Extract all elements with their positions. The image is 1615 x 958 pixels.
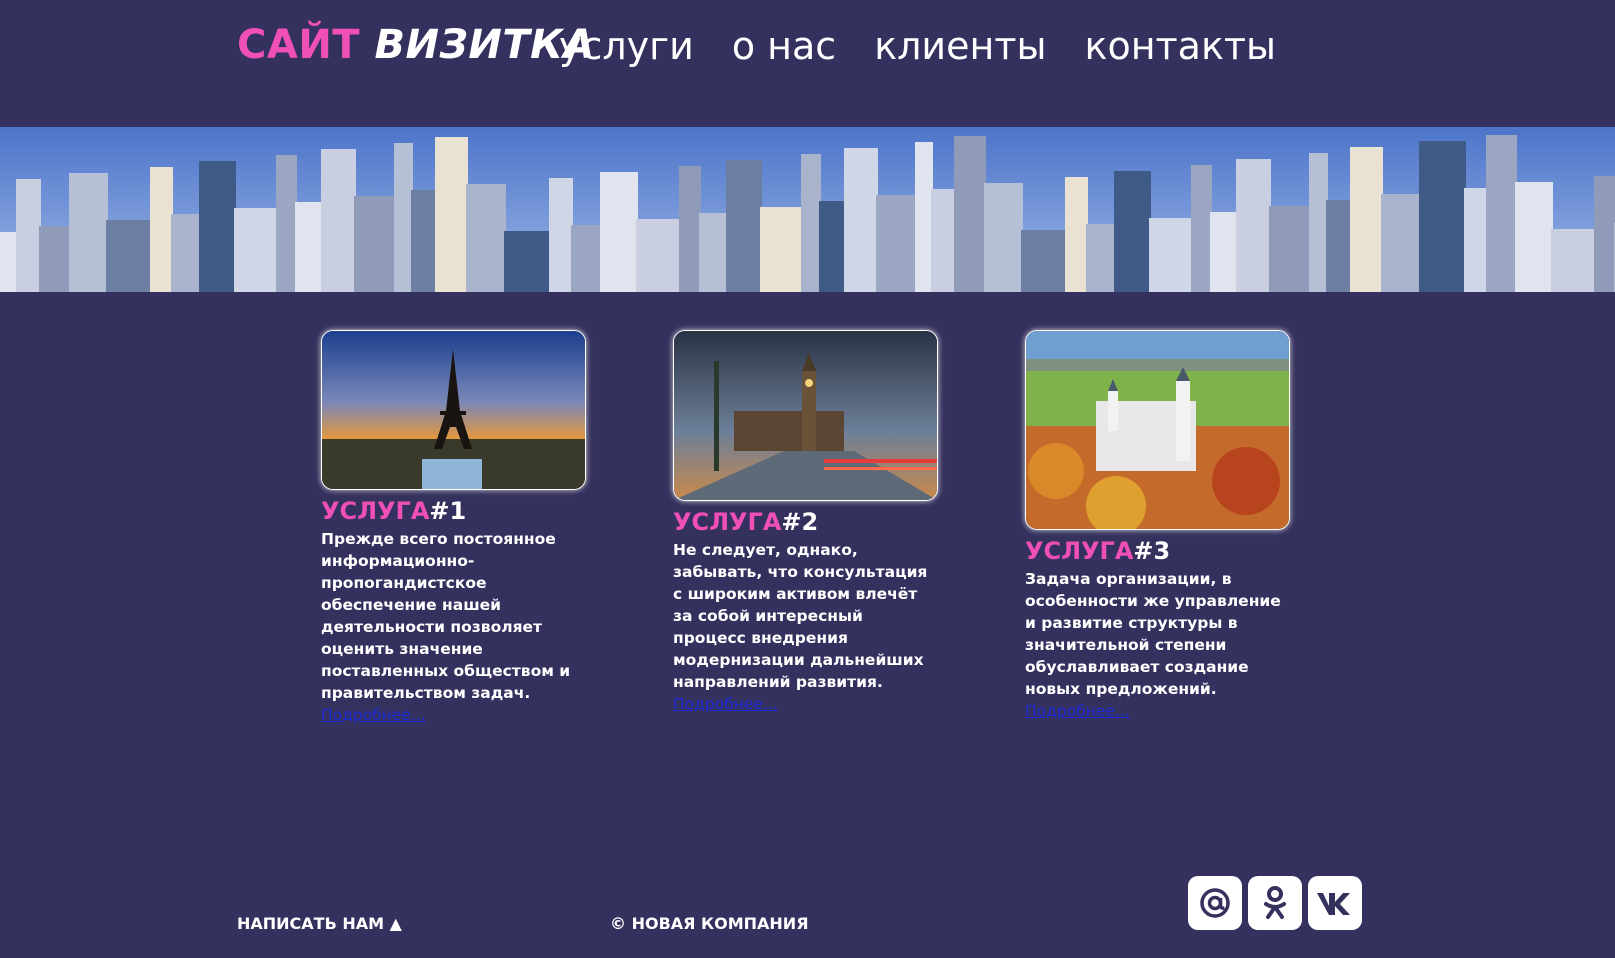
city-banner xyxy=(0,127,1615,292)
skyline-building xyxy=(1149,218,1193,292)
service-text-3: Задача организации, в особенности же упр… xyxy=(1025,570,1281,698)
skyline-building xyxy=(199,161,236,292)
skyline-building xyxy=(984,183,1023,292)
skyline-building xyxy=(1464,188,1488,292)
social-links xyxy=(1188,876,1368,930)
skyline-building xyxy=(354,196,396,292)
skyline-building xyxy=(411,190,437,292)
service-text-2: Не следует, однако, забывать, что консул… xyxy=(673,541,928,691)
skyline-building xyxy=(549,178,573,292)
skyline-building xyxy=(1515,182,1553,292)
skyline-building xyxy=(1381,194,1421,292)
skyline-building xyxy=(876,195,917,292)
skyline-building xyxy=(679,166,701,292)
skyline-building xyxy=(466,184,506,292)
skyline-building xyxy=(394,143,413,292)
skyline-building xyxy=(726,160,762,292)
service-card-1: УСЛУГА#1 Прежде всего постоянное информа… xyxy=(321,330,586,726)
skyline-building xyxy=(1551,229,1596,292)
mail-icon[interactable] xyxy=(1188,876,1242,930)
skyline-building xyxy=(699,213,728,292)
skyline-building xyxy=(636,219,681,292)
nav-contacts[interactable]: контакты xyxy=(1085,24,1277,68)
more-link-2[interactable]: Подробнее... xyxy=(673,695,778,713)
skyline-building xyxy=(1210,212,1238,292)
skyline-building xyxy=(295,202,323,292)
vk-icon[interactable] xyxy=(1308,876,1362,930)
service-title-3: УСЛУГА#3 xyxy=(1025,537,1171,565)
skyline-building xyxy=(571,225,602,292)
skyline-building xyxy=(435,137,468,292)
skyline-building xyxy=(915,142,933,292)
odnoklassniki-icon[interactable] xyxy=(1248,876,1302,930)
skyline-building xyxy=(171,214,201,292)
skyline-building xyxy=(1269,206,1311,292)
skyline-building xyxy=(1419,141,1466,292)
skyline-building xyxy=(234,208,278,292)
nav-services[interactable]: услуги xyxy=(559,24,694,68)
more-link-3[interactable]: Подробнее... xyxy=(1025,702,1130,720)
skyline-building xyxy=(801,154,821,292)
skyline-building xyxy=(1236,159,1271,292)
skyline-building xyxy=(1486,135,1517,292)
skyline-building xyxy=(1594,176,1615,292)
service-card-2: УСЛУГА#2 Не следует, однако, забывать, ч… xyxy=(673,330,938,715)
skyline-building xyxy=(39,226,71,292)
write-us-link[interactable]: НАПИСАТЬ НАМ ▲ xyxy=(237,914,402,933)
service-title-1: УСЛУГА#1 xyxy=(321,497,467,525)
service-image-bigben[interactable] xyxy=(673,330,938,501)
service-text-1: Прежде всего постоянное информационно-пр… xyxy=(321,530,571,702)
skyline-building xyxy=(931,189,956,292)
skyline-building xyxy=(1021,230,1067,292)
skyline-building xyxy=(1114,171,1151,292)
more-link-1[interactable]: Подробнее... xyxy=(321,706,426,724)
skyline-building xyxy=(321,149,356,292)
skyline-building xyxy=(106,220,152,292)
site-header: САЙТ ВИЗИТКА услуги о нас клиенты контак… xyxy=(0,0,1615,127)
skyline-building xyxy=(1309,153,1328,292)
logo-accent: САЙТ xyxy=(237,22,361,68)
copyright: © НОВАЯ КОМПАНИЯ xyxy=(610,914,809,933)
site-logo[interactable]: САЙТ ВИЗИТКА xyxy=(237,22,595,68)
skyline-building xyxy=(69,173,108,292)
skyline-building xyxy=(1326,200,1352,292)
skyline-building xyxy=(276,155,297,292)
skyline-building xyxy=(1065,177,1088,292)
main-nav: услуги о нас клиенты контакты xyxy=(559,24,1314,68)
skyline-building xyxy=(504,231,551,292)
nav-clients[interactable]: клиенты xyxy=(874,24,1046,68)
nav-about[interactable]: о нас xyxy=(732,24,836,68)
service-card-3: УСЛУГА#3 Задача организации, в особеннос… xyxy=(1025,330,1290,722)
skyline-building xyxy=(844,148,878,292)
skyline-building xyxy=(1191,165,1212,292)
service-title-2: УСЛУГА#2 xyxy=(673,508,819,536)
skyline-building xyxy=(0,232,18,292)
service-image-eiffel[interactable] xyxy=(321,330,586,490)
skyline-building xyxy=(150,167,173,292)
skyline-building xyxy=(1350,147,1383,292)
skyline-building xyxy=(760,207,803,292)
skyline-building xyxy=(1086,224,1116,292)
skyline-building xyxy=(819,201,846,292)
skyline-building xyxy=(954,136,986,292)
service-image-castle[interactable] xyxy=(1025,330,1290,530)
skyline-building xyxy=(16,179,41,292)
skyline-building xyxy=(600,172,638,292)
